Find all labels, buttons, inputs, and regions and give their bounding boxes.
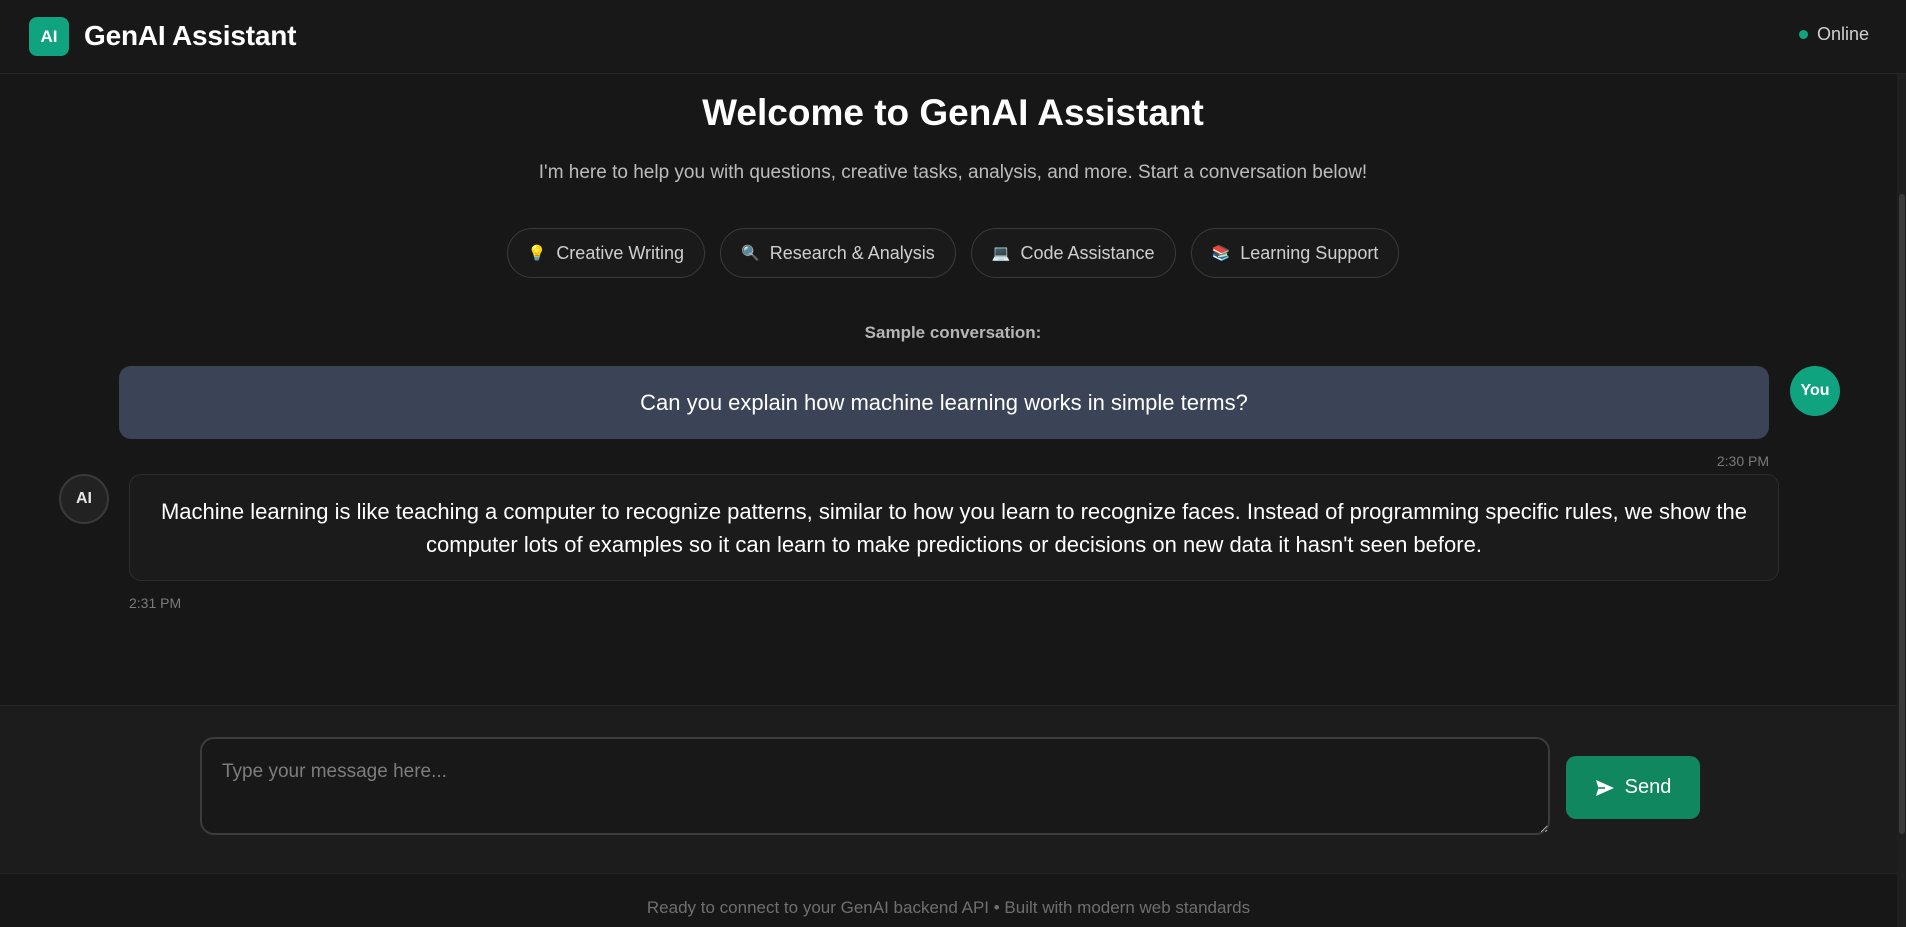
- lightbulb-icon: 💡: [527, 245, 547, 262]
- send-button[interactable]: Send: [1566, 756, 1700, 819]
- app-logo: AI: [29, 17, 69, 56]
- chip-learning-support[interactable]: 📚 Learning Support: [1190, 228, 1400, 278]
- footer-note: Ready to connect to your GenAI backend A…: [646, 898, 1251, 917]
- scrollbar-thumb[interactable]: [1899, 194, 1905, 834]
- books-icon: 📚: [1211, 245, 1231, 262]
- ai-message: Machine learning is like teaching a comp…: [129, 474, 1779, 581]
- app-window: AI GenAI Assistant Online Welcome to Gen…: [0, 0, 1906, 927]
- connection-status: Online: [1798, 24, 1869, 45]
- app-header: AI GenAI Assistant Online: [0, 0, 1906, 74]
- magnifier-icon: 🔍: [741, 245, 760, 262]
- laptop-icon: 💻: [991, 245, 1011, 262]
- page-scrollbar[interactable]: [1897, 74, 1906, 927]
- user-message: Can you explain how machine learning wor…: [119, 366, 1769, 439]
- sample-conversation-label: Sample conversation:: [864, 323, 1042, 342]
- send-label: Send: [1624, 776, 1672, 798]
- suggestion-chips: 💡 Creative Writing 🔍 Research & Analysis…: [0, 228, 1906, 278]
- chip-label: Code Assistance: [1020, 242, 1155, 263]
- ai-message-time: 2:31 PM: [129, 595, 182, 611]
- chip-label: Learning Support: [1240, 242, 1379, 263]
- welcome-title: Welcome to GenAI Assistant: [702, 92, 1204, 133]
- chip-research-analysis[interactable]: 🔍 Research & Analysis: [720, 228, 956, 278]
- status-label: Online: [1816, 24, 1869, 44]
- composer: Send: [0, 705, 1897, 874]
- chip-label: Research & Analysis: [769, 242, 935, 263]
- chip-creative-writing[interactable]: 💡 Creative Writing: [506, 228, 706, 278]
- user-message-time: 2:30 PM: [1716, 453, 1769, 469]
- app-title: GenAI Assistant: [84, 20, 297, 51]
- message-input[interactable]: [200, 737, 1550, 835]
- user-avatar: You: [1790, 366, 1840, 416]
- ai-avatar: AI: [59, 474, 109, 524]
- send-icon: [1595, 779, 1615, 797]
- chip-label: Creative Writing: [556, 242, 685, 263]
- chip-code-assistance[interactable]: 💻 Code Assistance: [970, 228, 1176, 278]
- welcome-subtitle: I'm here to help you with questions, cre…: [538, 162, 1368, 183]
- status-dot-icon: [1798, 30, 1808, 39]
